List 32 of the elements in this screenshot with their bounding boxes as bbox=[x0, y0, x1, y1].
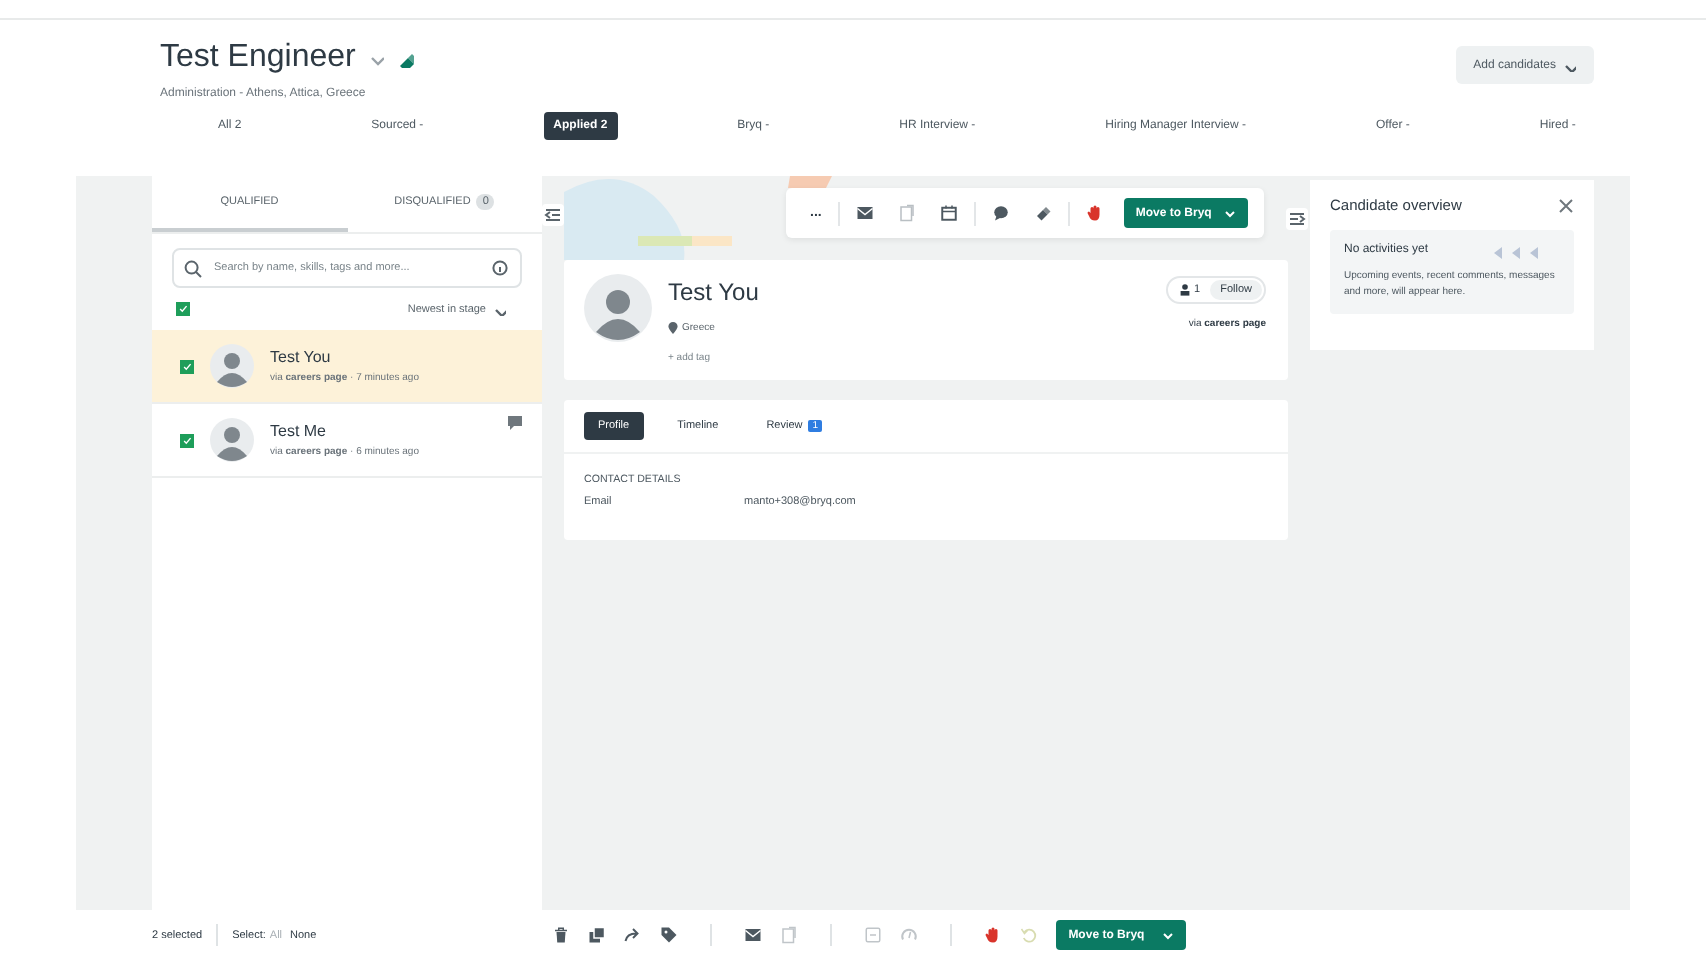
search-icon bbox=[184, 260, 202, 278]
copy-icon[interactable] bbox=[588, 926, 607, 944]
checkbox[interactable] bbox=[176, 302, 190, 316]
hand-icon[interactable] bbox=[1085, 204, 1104, 222]
checkbox[interactable] bbox=[180, 433, 194, 447]
avatar-icon bbox=[210, 418, 254, 462]
close-icon bbox=[1558, 197, 1574, 213]
tag-icon[interactable] bbox=[660, 926, 679, 944]
avatar-icon bbox=[210, 344, 254, 388]
eraser-icon[interactable] bbox=[1033, 204, 1052, 222]
chat-icon[interactable] bbox=[991, 204, 1010, 222]
candidate-name: Test You bbox=[668, 278, 759, 306]
person-icon bbox=[1180, 284, 1191, 296]
avatar-icon bbox=[584, 274, 652, 342]
close-button[interactable] bbox=[1558, 197, 1574, 213]
trash-icon[interactable] bbox=[552, 926, 571, 944]
mail-icon[interactable] bbox=[744, 926, 763, 944]
job-title: Test Engineer bbox=[160, 40, 356, 76]
caret-icon bbox=[1162, 929, 1175, 941]
expand-icon[interactable] bbox=[1286, 208, 1308, 230]
caret-icon bbox=[1223, 207, 1236, 219]
hand-icon[interactable] bbox=[984, 926, 1003, 944]
collapse-icon[interactable] bbox=[542, 204, 564, 226]
calendar-icon[interactable] bbox=[939, 204, 958, 222]
candidate-name: Test You bbox=[270, 348, 333, 366]
pencil-icon[interactable] bbox=[395, 49, 414, 67]
mail-icon[interactable] bbox=[855, 204, 874, 222]
location-pin-icon bbox=[668, 322, 678, 334]
checkbox[interactable] bbox=[180, 359, 194, 373]
candidate-name: Test Me bbox=[270, 422, 329, 440]
share-icon[interactable] bbox=[624, 926, 643, 944]
info-icon[interactable] bbox=[492, 260, 508, 276]
